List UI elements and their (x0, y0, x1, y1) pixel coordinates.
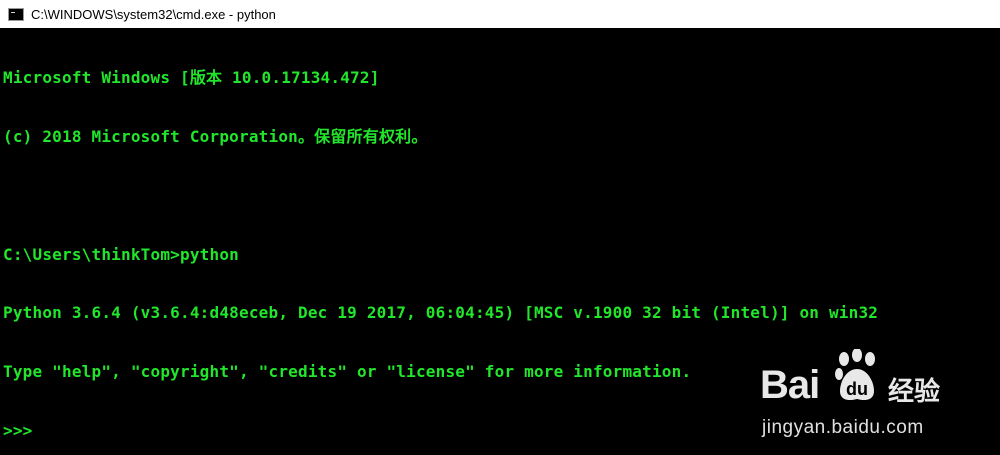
paw-logo-icon: du (835, 349, 875, 401)
svg-text:du: du (846, 379, 868, 399)
cmd-window: C:\WINDOWS\system32\cmd.exe - python Mic… (0, 0, 1000, 455)
watermark-brand-text: Bai (760, 363, 820, 407)
watermark-jingyan-text: 经验 (888, 377, 941, 407)
watermark-url: jingyan.baidu.com (762, 417, 924, 438)
python-prompt: >>> (3, 420, 33, 440)
watermark-brand: Bai (760, 363, 820, 408)
console-line: Microsoft Windows [版本 10.0.17134.472] (3, 68, 380, 88)
console-line: C:\Users\thinkTom>python (3, 244, 239, 264)
text-cursor (34, 424, 42, 438)
console-line: Python 3.6.4 (v3.6.4:d48eceb, Dec 19 201… (3, 303, 879, 323)
console-app-icon[interactable] (8, 7, 24, 21)
console-line: (c) 2018 Microsoft Corporation。保留所有权利。 (3, 126, 428, 146)
title-bar[interactable]: C:\WINDOWS\system32\cmd.exe - python (0, 0, 1000, 28)
baidu-jingyan-watermark: Bai du 经验 jingyan.baidu.com (760, 349, 980, 439)
window-title: C:\WINDOWS\system32\cmd.exe - python (31, 6, 276, 22)
